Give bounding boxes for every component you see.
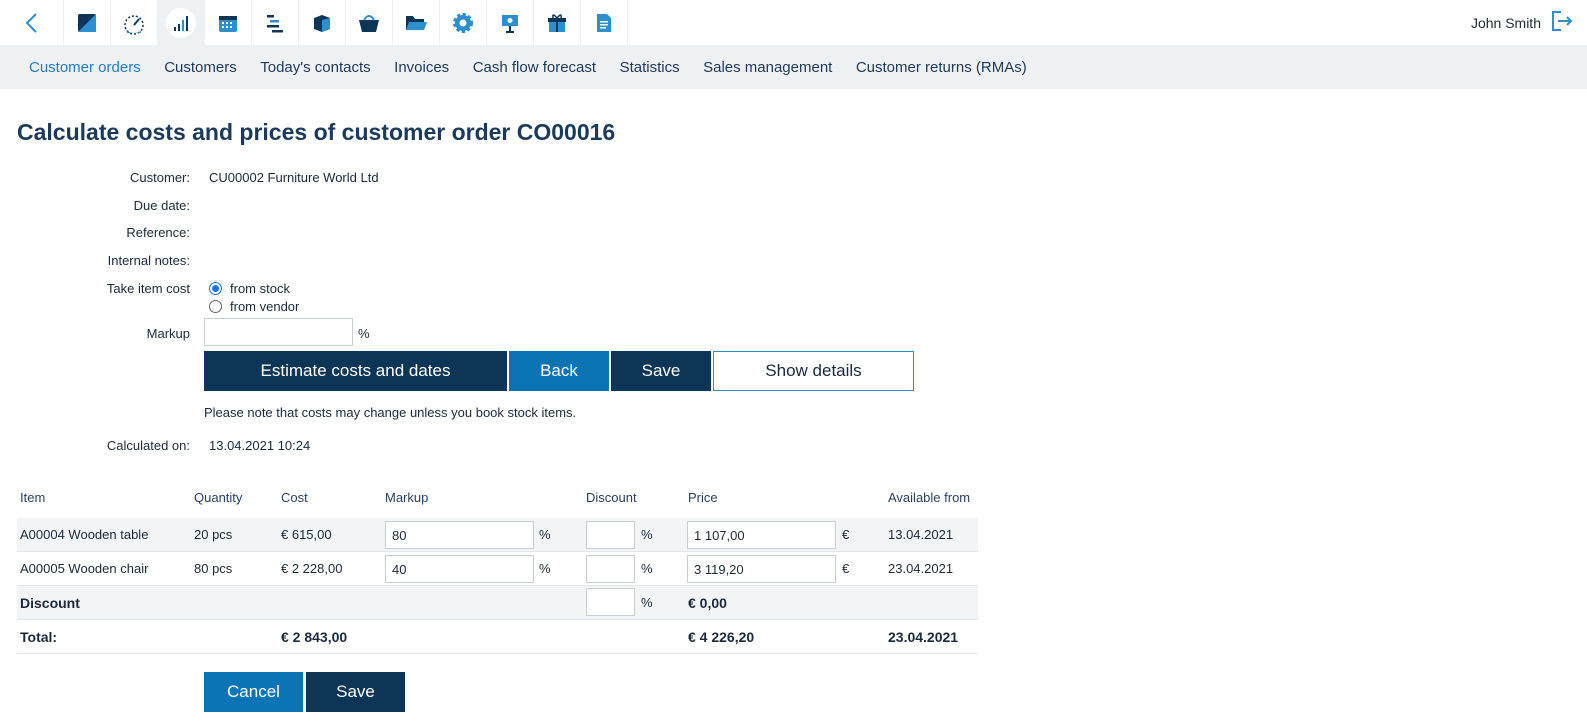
- customer-label: Customer:: [130, 170, 190, 185]
- customer-value: CU00002 Furniture World Ltd: [209, 170, 379, 185]
- page-title: Calculate costs and prices of customer o…: [17, 119, 616, 145]
- discount-row: Discount % € 0,00: [17, 586, 978, 620]
- header-discount: Discount: [586, 490, 637, 505]
- settings-icon[interactable]: [440, 0, 487, 45]
- item-cell: A00005 Wooden chair: [20, 561, 149, 576]
- internal-notes-label: Internal notes:: [107, 253, 190, 268]
- basket-icon[interactable]: [346, 0, 393, 45]
- radio-from-vendor-label: from vendor: [230, 299, 300, 314]
- tab-sales-management[interactable]: Sales management: [703, 59, 832, 76]
- back-button[interactable]: Back: [509, 351, 609, 391]
- total-discount-input[interactable]: [586, 588, 635, 616]
- header-cost: Cost: [281, 490, 308, 505]
- markup-label: Markup: [146, 326, 190, 341]
- price-input-row[interactable]: [687, 521, 836, 549]
- tab-todays-contacts[interactable]: Today's contacts: [260, 59, 370, 76]
- markup-input-row[interactable]: [385, 521, 534, 549]
- planning-icon[interactable]: [252, 0, 299, 45]
- top-toolbar: John Smith: [0, 0, 1587, 45]
- radio-from-stock[interactable]: from stock: [209, 281, 290, 296]
- tab-cash-flow-forecast[interactable]: Cash flow forecast: [473, 59, 596, 76]
- cost-cell: € 2 228,00: [281, 561, 343, 576]
- cost-change-note: Please note that costs may change unless…: [204, 405, 577, 420]
- tab-statistics[interactable]: Statistics: [620, 59, 680, 76]
- main-navigation: Customer orders Customers Today's contac…: [0, 45, 1587, 89]
- total-cost: € 2 843,00: [281, 629, 348, 645]
- markup-input-row[interactable]: [385, 555, 534, 583]
- radio-button-checked[interactable]: [209, 282, 222, 295]
- gift-icon[interactable]: [534, 0, 581, 45]
- calculated-on-value: 13.04.2021 10:24: [209, 438, 311, 453]
- radio-button-unchecked[interactable]: [209, 300, 222, 313]
- total-price: € 4 226,20: [688, 629, 755, 645]
- due-date-label: Due date:: [133, 198, 190, 213]
- user-area: John Smith: [1471, 0, 1587, 45]
- table-row: A00004 Wooden table 20 pcs € 615,00 % % …: [17, 518, 978, 552]
- cancel-button[interactable]: Cancel: [204, 672, 303, 712]
- percent-unit: %: [641, 595, 653, 610]
- header-price: Price: [688, 490, 718, 505]
- table-row: A00005 Wooden chair 80 pcs € 2 228,00 % …: [17, 552, 978, 586]
- markup-input[interactable]: [204, 318, 353, 346]
- total-row: Total: € 2 843,00 € 4 226,20 23.04.2021: [17, 620, 978, 654]
- total-available: 23.04.2021: [888, 629, 959, 645]
- available-cell: 23.04.2021: [888, 561, 954, 576]
- estimate-costs-button[interactable]: Estimate costs and dates: [204, 351, 507, 391]
- currency-unit: €: [842, 561, 850, 576]
- radio-from-vendor[interactable]: from vendor: [209, 299, 299, 314]
- available-cell: 13.04.2021: [888, 527, 954, 542]
- save-button[interactable]: Save: [611, 351, 711, 391]
- percent-unit: %: [641, 561, 653, 576]
- radio-from-stock-label: from stock: [230, 281, 290, 296]
- percent-unit: %: [539, 527, 551, 542]
- tab-customers[interactable]: Customers: [164, 59, 237, 76]
- percent-unit: %: [539, 561, 551, 576]
- quantity-cell: 20 pcs: [194, 527, 233, 542]
- take-item-cost-label: Take item cost: [106, 281, 190, 296]
- item-cell: A00004 Wooden table: [20, 527, 149, 542]
- logout-icon[interactable]: [1551, 10, 1573, 35]
- statistics-icon[interactable]: [158, 0, 205, 45]
- total-label: Total:: [20, 629, 58, 645]
- show-details-button[interactable]: Show details: [713, 351, 914, 391]
- tab-customer-returns[interactable]: Customer returns (RMAs): [856, 59, 1027, 76]
- price-input-row[interactable]: [687, 555, 836, 583]
- calculated-on-label: Calculated on:: [106, 438, 190, 453]
- header-available-from: Available from: [888, 490, 971, 505]
- user-name[interactable]: John Smith: [1471, 15, 1541, 31]
- notes-icon[interactable]: [64, 0, 111, 45]
- calendar-icon[interactable]: [205, 0, 252, 45]
- tab-customer-orders[interactable]: Customer orders: [29, 59, 141, 76]
- header-item: Item: [20, 490, 46, 505]
- discount-amount: € 0,00: [688, 595, 727, 611]
- percent-unit: %: [641, 527, 653, 542]
- back-icon[interactable]: [0, 0, 64, 45]
- discount-row-label: Discount: [20, 595, 80, 611]
- reference-label: Reference:: [126, 225, 190, 240]
- discount-input-row[interactable]: [586, 521, 635, 549]
- currency-unit: €: [842, 527, 850, 542]
- markup-percent: %: [358, 326, 370, 341]
- document-icon[interactable]: [581, 0, 628, 45]
- presentation-icon[interactable]: [487, 0, 534, 45]
- header-quantity: Quantity: [194, 490, 243, 505]
- header-markup: Markup: [385, 490, 429, 505]
- quantity-cell: 80 pcs: [194, 561, 233, 576]
- tab-invoices[interactable]: Invoices: [394, 59, 449, 76]
- folder-icon[interactable]: [393, 0, 440, 45]
- product-icon[interactable]: [299, 0, 346, 45]
- discount-input-row[interactable]: [586, 555, 635, 583]
- save-bottom-button[interactable]: Save: [306, 672, 405, 712]
- dashboard-icon[interactable]: [111, 0, 158, 45]
- cost-cell: € 615,00: [281, 527, 332, 542]
